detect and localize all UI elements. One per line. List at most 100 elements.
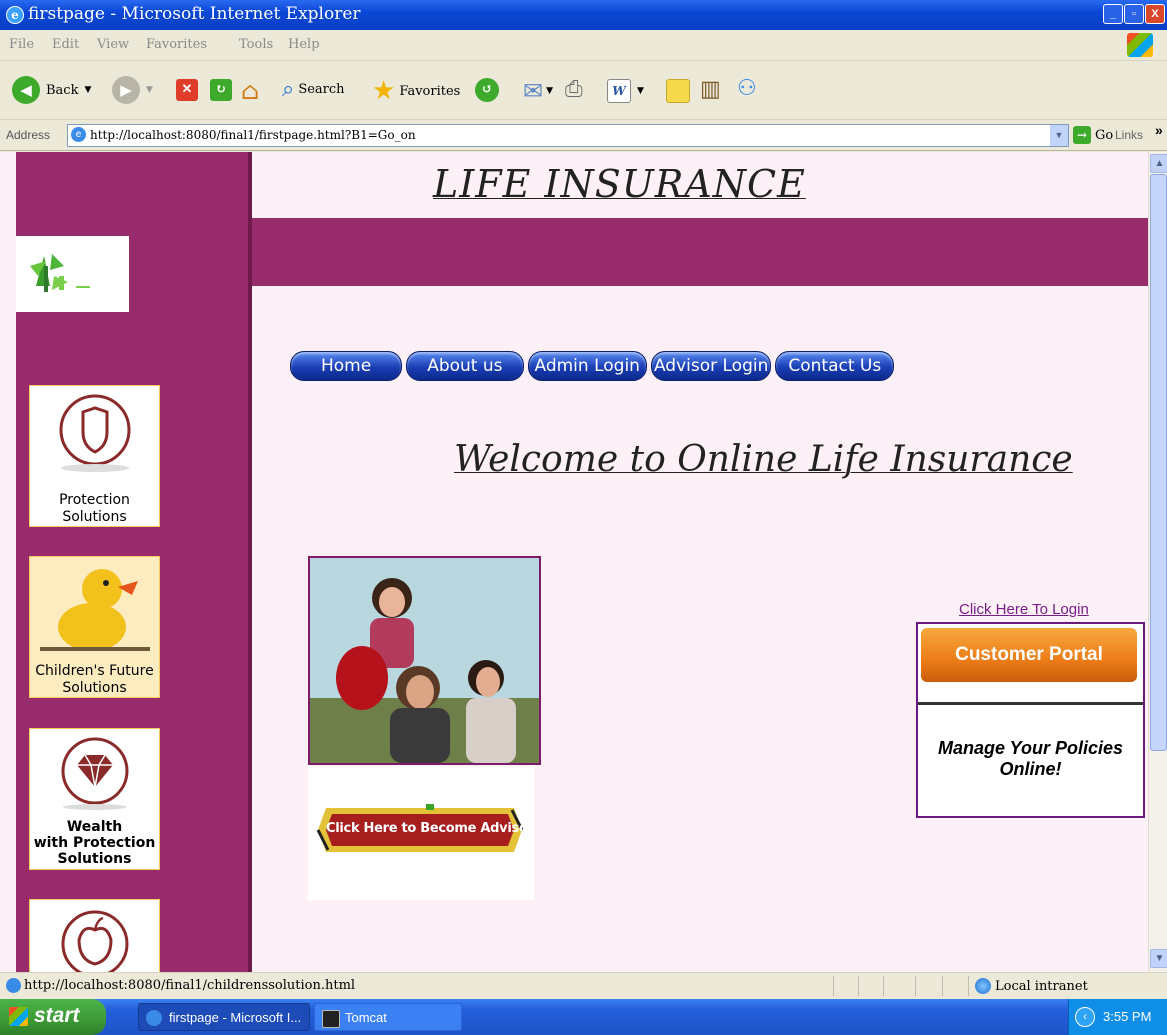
minimize-button[interactable]: _ <box>1103 4 1123 24</box>
history-button[interactable]: ↺ <box>475 78 499 102</box>
tree-logo-icon <box>30 254 90 292</box>
console-icon <box>322 1010 340 1028</box>
ie-logo-icon: e <box>6 6 24 24</box>
address-dropdown-icon[interactable]: ▼ <box>1050 125 1068 146</box>
wealth-label-line1: Wealth <box>66 819 123 835</box>
status-divider <box>968 976 969 996</box>
search-label: Search <box>298 82 345 97</box>
folder-icon <box>666 79 690 103</box>
taskbar-item-tomcat[interactable]: Tomcat <box>314 1003 462 1031</box>
chevron-down-icon: ▼ <box>637 86 644 96</box>
status-divider <box>915 976 916 996</box>
wealth-label-line2: with Protection <box>33 835 156 851</box>
back-label: Back <box>46 82 79 98</box>
portal-divider <box>918 702 1143 705</box>
customer-portal-button[interactable]: Customer Portal <box>921 628 1137 682</box>
menu-help[interactable]: Help <box>288 37 320 52</box>
forward-icon: ▶ <box>112 76 140 104</box>
links-button[interactable]: Links » <box>1115 122 1163 142</box>
home-button[interactable]: ⌂ <box>241 77 259 105</box>
taskbar: start firstpage - Microsoft I... Tomcat … <box>0 999 1167 1035</box>
rubber-duck-icon <box>40 569 150 651</box>
search-icon: ⌕ <box>282 77 295 102</box>
menu-edit[interactable]: Edit <box>52 37 79 52</box>
page-viewport: Protection Solutions Children's Future S… <box>0 152 1148 972</box>
protection-label-line1: Protection <box>59 492 130 508</box>
note-button[interactable] <box>666 79 690 103</box>
scroll-up-icon[interactable]: ▲ <box>1150 154 1167 173</box>
status-divider <box>883 976 884 996</box>
research-icon: ▥ <box>700 77 721 102</box>
stop-button[interactable]: ✕ <box>176 79 198 101</box>
start-label: start <box>34 1004 80 1027</box>
scroll-down-icon[interactable]: ▼ <box>1150 949 1167 968</box>
favorites-label: Favorites <box>399 83 461 99</box>
home-icon: ⌂ <box>241 77 260 105</box>
back-icon: ◀ <box>12 76 40 104</box>
favorites-button[interactable]: ★ Favorites <box>372 76 460 106</box>
childrens-future-solutions-card[interactable]: Children's Future Solutions <box>29 556 160 698</box>
go-arrow-icon: → <box>1073 126 1091 144</box>
nav-admin-login[interactable]: Admin Login <box>527 351 647 381</box>
childrens-label-line1: Children's Future <box>35 663 154 679</box>
vertical-scrollbar[interactable]: ▲ ▼ <box>1148 152 1167 972</box>
start-button[interactable]: start <box>0 999 106 1035</box>
address-label: Address <box>6 128 51 142</box>
refresh-button[interactable]: ↻ <box>210 79 232 101</box>
main-nav: Home About us Admin Login Advisor Login … <box>290 351 895 381</box>
nav-advisor-login[interactable]: Advisor Login <box>650 351 772 381</box>
page-icon: e <box>71 127 86 142</box>
protection-label-line2: Solutions <box>62 509 127 525</box>
address-bar: Address e http://localhost:8080/final1/f… <box>0 120 1167 151</box>
nav-about-us[interactable]: About us <box>406 351 524 381</box>
window-title: firstpage - Microsoft Internet Explorer <box>28 4 361 24</box>
go-button[interactable]: → Go <box>1073 126 1113 144</box>
menu-tools[interactable]: Tools <box>239 37 273 52</box>
tray-expand-icon[interactable]: ‹ <box>1075 1007 1095 1027</box>
maximize-button[interactable]: ▫ <box>1124 4 1144 24</box>
nav-home[interactable]: Home <box>290 351 403 381</box>
search-button[interactable]: ⌕ Search <box>282 77 345 102</box>
status-bar: http://localhost:8080/final1/childrensso… <box>0 972 1167 999</box>
edit-word-icon: W <box>607 79 631 103</box>
forward-button[interactable]: ▶ ▼ <box>112 76 153 104</box>
favorites-star-icon: ★ <box>372 76 396 106</box>
mail-icon: ✉ <box>523 77 544 105</box>
address-input[interactable]: e http://localhost:8080/final1/firstpage… <box>67 124 1069 147</box>
status-divider <box>942 976 943 996</box>
links-label: Links <box>1115 128 1144 142</box>
wealth-protection-solutions-card[interactable]: Wealth with Protection Solutions <box>29 728 160 870</box>
window-title-bar[interactable]: e firstpage - Microsoft Internet Explore… <box>0 0 1167 30</box>
back-button[interactable]: ◀ Back ▼ <box>12 76 91 104</box>
ie-taskbar-icon <box>146 1010 162 1026</box>
menu-favorites[interactable]: Favorites <box>146 37 207 52</box>
taskbar-item-firstpage[interactable]: firstpage - Microsoft I... <box>138 1003 310 1031</box>
address-url[interactable]: http://localhost:8080/final1/firstpage.h… <box>90 128 416 142</box>
messenger-button[interactable]: ⚇ <box>737 76 757 101</box>
windows-logo-icon <box>9 1007 28 1026</box>
scrollbar-thumb[interactable] <box>1150 174 1167 751</box>
status-divider <box>858 976 859 996</box>
chevron-down-icon: ▼ <box>546 86 554 96</box>
shield-icon <box>59 394 131 472</box>
manage-policies-text: Manage Your Policies Online! <box>937 738 1124 779</box>
click-here-to-login-link[interactable]: Click Here To Login <box>959 601 1089 618</box>
refresh-icon: ↻ <box>210 79 232 101</box>
nav-contact-us[interactable]: Contact Us <box>775 351 895 381</box>
edit-button[interactable]: W ▼ <box>607 79 644 103</box>
welcome-heading: Welcome to Online Life Insurance <box>454 439 1073 480</box>
research-button[interactable]: ▥ <box>700 77 721 102</box>
zone-label: Local intranet <box>995 978 1088 994</box>
become-advisor-label: Click Here to Become Advisor <box>326 821 534 836</box>
health-solutions-card[interactable] <box>29 899 160 972</box>
chevron-down-icon: ▼ <box>84 85 92 95</box>
mail-button[interactable]: ✉ ▼ <box>523 77 553 105</box>
protection-solutions-card[interactable]: Protection Solutions <box>29 385 160 527</box>
messenger-icon: ⚇ <box>737 76 757 101</box>
menu-file[interactable]: File <box>9 37 34 52</box>
menu-view[interactable]: View <box>97 37 129 52</box>
intranet-globe-icon <box>975 978 991 994</box>
header-banner <box>252 218 1148 286</box>
close-button[interactable]: X <box>1145 4 1165 24</box>
print-button[interactable]: ⎙ <box>565 77 583 102</box>
